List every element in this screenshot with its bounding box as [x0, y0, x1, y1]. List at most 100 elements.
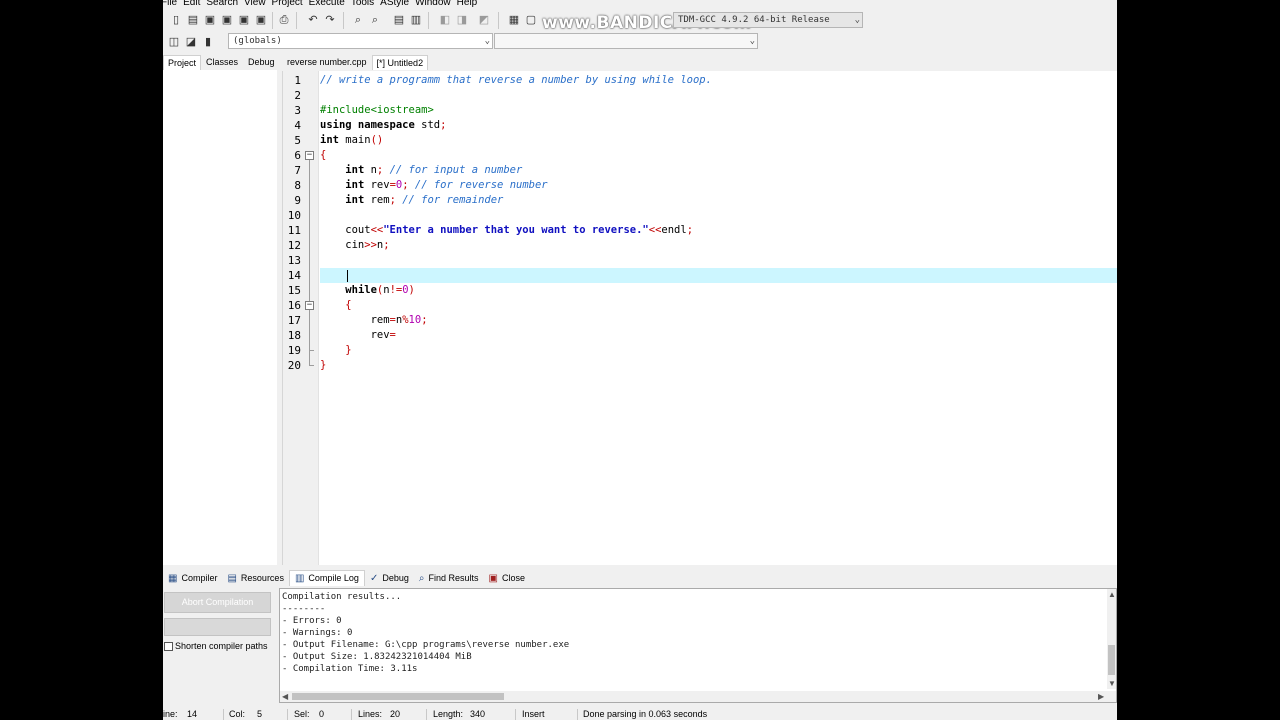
menu-edit[interactable]: Edit: [183, 0, 206, 9]
open-file-icon[interactable]: ▤: [186, 13, 200, 27]
code-line[interactable]: int main(): [320, 133, 1117, 148]
forward-icon[interactable]: ◨: [455, 13, 469, 27]
menu-tools[interactable]: Tools: [351, 0, 380, 9]
chevron-down-icon[interactable]: ⌄: [750, 34, 755, 48]
code-line[interactable]: {: [320, 298, 1117, 313]
log-vertical-scroll-thumb[interactable]: [1108, 645, 1115, 675]
tab-close[interactable]: ▣ Close: [484, 570, 530, 586]
scroll-left-icon[interactable]: ◀: [282, 692, 288, 701]
tab-debug[interactable]: Debug: [243, 55, 280, 70]
tab-project[interactable]: Project: [163, 55, 202, 70]
compile-icon[interactable]: ▦: [507, 13, 521, 27]
code-line[interactable]: }: [320, 343, 1117, 358]
scroll-right-icon[interactable]: ▶: [1098, 692, 1104, 701]
code-token: rem: [364, 194, 390, 206]
abort-compilation-button[interactable]: Abort Compilation: [164, 592, 271, 613]
print-icon[interactable]: ⎙: [277, 13, 291, 27]
toggle-bookmark-icon[interactable]: ▥: [409, 13, 423, 27]
code-token: int: [320, 134, 339, 146]
log-horizontal-scroll-thumb[interactable]: [292, 693, 504, 700]
code-token: // for remainder: [395, 194, 504, 206]
menu-file[interactable]: File: [163, 0, 183, 9]
code-line[interactable]: int n; // for input a number: [320, 163, 1117, 178]
code-line[interactable]: #include<iostream>: [320, 103, 1117, 118]
shorten-paths-option[interactable]: Shorten compiler paths: [164, 641, 268, 651]
code-editor[interactable]: 1 2 3 4 5 6 7 8 9 10 11 12 13 14 15 16 17 18 19 20− − // wri…: [282, 71, 1117, 565]
scroll-down-icon[interactable]: ▼: [1108, 679, 1116, 688]
code-line[interactable]: [320, 208, 1117, 223]
close-file-icon[interactable]: ▣: [237, 13, 251, 27]
close-all-icon[interactable]: ▣: [254, 13, 268, 27]
code-line[interactable]: }: [320, 358, 1117, 373]
code-line[interactable]: cout<<"Enter a number that you want to r…: [320, 223, 1117, 238]
new-file-icon[interactable]: ▯: [169, 13, 183, 27]
code-token: // for reverse number: [408, 179, 548, 191]
toolbar-separator: [428, 12, 429, 29]
code-line[interactable]: [320, 268, 1117, 283]
code-token: int: [345, 194, 365, 206]
code-line[interactable]: // write a programm that reverse a numbe…: [320, 73, 1117, 88]
replace-icon[interactable]: ⌕: [368, 13, 382, 27]
tab-untitled2[interactable]: [*] Untitled2: [371, 55, 429, 70]
code-line[interactable]: cin>>n;: [320, 238, 1117, 253]
shorten-paths-checkbox[interactable]: [164, 641, 173, 651]
toggle-comment-icon[interactable]: ◪: [184, 35, 198, 49]
status-sel-label: Sel:: [294, 709, 310, 719]
find-icon[interactable]: ⌕: [351, 13, 365, 27]
tab-classes[interactable]: Classes: [201, 55, 243, 70]
menu-search[interactable]: Search: [206, 0, 244, 9]
code-line[interactable]: using namespace std;: [320, 118, 1117, 133]
code-line[interactable]: [320, 88, 1117, 103]
code-line[interactable]: int rev=0; // for reverse number: [320, 178, 1117, 193]
scroll-up-icon[interactable]: ▲: [1108, 590, 1116, 599]
tab-reverse-number[interactable]: reverse number.cpp: [283, 55, 371, 70]
code-line[interactable]: {: [320, 148, 1117, 163]
menu-execute[interactable]: Execute: [309, 0, 351, 9]
line-number: 11: [287, 224, 301, 237]
fold-toggle-icon[interactable]: −: [305, 301, 314, 310]
back-icon[interactable]: ◧: [438, 13, 452, 27]
undo-icon[interactable]: ↶: [306, 13, 320, 27]
bottom-panel-tabs: ▦ Compiler ▤ Resources ▥ Compile Log ✓ D…: [163, 570, 1117, 586]
save-icon[interactable]: ▣: [203, 13, 217, 27]
stop-icon[interactable]: ◩: [477, 13, 491, 27]
code-area[interactable]: // write a programm that reverse a numbe…: [320, 71, 1117, 565]
code-line[interactable]: rem=n%10;: [320, 313, 1117, 328]
line-number: 8: [294, 179, 301, 192]
code-line[interactable]: while(n!=0): [320, 283, 1117, 298]
log-vertical-scrollbar[interactable]: ▲ ▼: [1107, 589, 1116, 689]
insert-icon[interactable]: ◫: [167, 35, 181, 49]
code-token: <<: [370, 224, 384, 236]
chevron-down-icon[interactable]: ⌄: [485, 34, 490, 48]
run-icon[interactable]: ▢: [524, 13, 538, 27]
chevron-down-icon[interactable]: ⌄: [855, 13, 860, 27]
code-line[interactable]: rev=: [320, 328, 1117, 343]
tab-debug-output[interactable]: ✓ Debug: [365, 570, 414, 586]
fold-toggle-icon[interactable]: −: [305, 151, 314, 160]
tab-find-results-label: Find Results: [428, 572, 479, 583]
status-line-label: ine:: [163, 709, 178, 719]
goto-line-icon[interactable]: ▤: [392, 13, 406, 27]
menu-window[interactable]: Window: [415, 0, 457, 9]
tab-resources[interactable]: ▤ Resources: [222, 570, 288, 586]
indent-icon[interactable]: ▮: [201, 35, 215, 49]
menu-view[interactable]: View: [244, 0, 272, 9]
log-horizontal-scrollbar[interactable]: ◀ ▶: [280, 691, 1116, 702]
menu-help[interactable]: Help: [457, 0, 484, 9]
compiler-select[interactable]: TDM-GCC 4.9.2 64-bit Release ⌄: [673, 12, 863, 28]
menu-project[interactable]: Project: [272, 0, 309, 9]
code-line[interactable]: [320, 253, 1117, 268]
code-token: std: [414, 119, 441, 131]
tab-compiler[interactable]: ▦ Compiler: [163, 570, 222, 586]
compile-log[interactable]: Compilation results... -------- - Errors…: [279, 588, 1117, 703]
menu-astyle[interactable]: AStyle: [380, 0, 415, 9]
status-line-value: 14: [187, 709, 198, 719]
tab-compile-log[interactable]: ▥ Compile Log: [288, 570, 365, 586]
text-caret: [347, 270, 348, 282]
redo-icon[interactable]: ↷: [323, 13, 337, 27]
tab-find-results[interactable]: ⌕ Find Results: [414, 570, 484, 586]
member-select[interactable]: ⌄: [494, 33, 758, 49]
scope-select[interactable]: (globals) ⌄: [228, 33, 493, 49]
save-all-icon[interactable]: ▣: [220, 13, 234, 27]
code-line[interactable]: int rem; // for remainder: [320, 193, 1117, 208]
